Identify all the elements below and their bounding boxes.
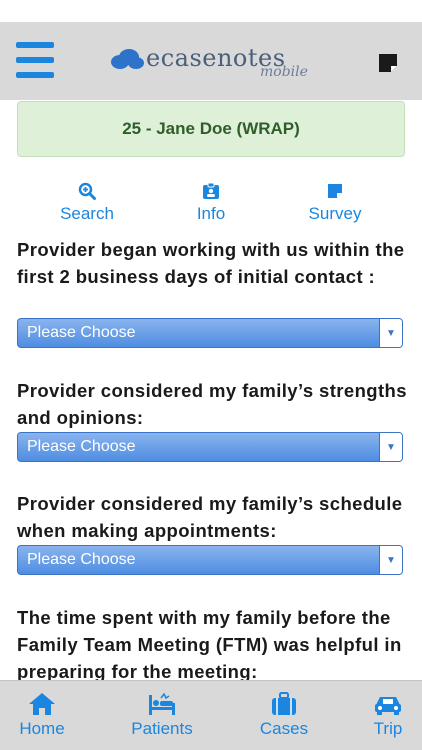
answer-select[interactable]: Please Choose ▼	[17, 432, 403, 462]
id-badge-icon	[203, 182, 219, 199]
chevron-down-icon: ▼	[379, 433, 402, 461]
chevron-down-icon: ▼	[379, 546, 402, 574]
survey-button[interactable]: Survey	[280, 182, 390, 224]
hamburger-menu-icon[interactable]	[16, 42, 54, 78]
question-text: Provider considered my family’s strength…	[17, 380, 407, 428]
sticky-note-icon	[328, 184, 342, 198]
hospital-bed-icon	[149, 692, 175, 715]
logo-subtext: mobile	[260, 64, 308, 80]
select-value: Please Choose	[27, 551, 136, 568]
answer-select[interactable]: Please Choose ▼	[17, 318, 403, 348]
search-label: Search	[60, 204, 114, 223]
question-text: The time spent with my family before the…	[17, 607, 402, 682]
tab-label: Trip	[373, 719, 403, 738]
patient-banner: 25 - Jane Doe (WRAP)	[17, 101, 405, 157]
select-value: Please Choose	[27, 324, 136, 341]
app-header: ecasenotes mobile	[0, 22, 422, 100]
tab-home[interactable]: Home	[10, 691, 74, 739]
briefcase-icon	[272, 692, 296, 715]
tab-cases[interactable]: Cases	[250, 691, 318, 739]
app-logo: ecasenotes mobile	[110, 44, 320, 84]
survey-label: Survey	[308, 204, 362, 223]
question-text: Provider considered my family’s schedule…	[17, 493, 403, 541]
info-label: Info	[196, 204, 226, 223]
info-button[interactable]: Info	[156, 182, 266, 224]
car-icon	[375, 697, 401, 715]
status-bar	[0, 0, 422, 22]
search-button[interactable]: Search	[32, 182, 142, 224]
question-text: Provider began working with us within th…	[17, 239, 405, 287]
cloud-icon	[111, 49, 144, 69]
answer-select[interactable]: Please Choose ▼	[17, 545, 403, 575]
tab-patients[interactable]: Patients	[124, 691, 200, 739]
sticky-note-icon[interactable]	[377, 52, 399, 74]
tab-trip[interactable]: Trip	[360, 691, 416, 739]
home-icon	[29, 693, 55, 715]
tab-label: Cases	[259, 719, 309, 738]
zoom-in-icon	[78, 182, 96, 200]
tab-label: Home	[19, 719, 65, 738]
bottom-tab-bar: Home Patients Cases Trip	[0, 680, 422, 750]
tab-label: Patients	[131, 719, 193, 738]
chevron-down-icon: ▼	[379, 319, 402, 347]
select-value: Please Choose	[27, 438, 136, 455]
